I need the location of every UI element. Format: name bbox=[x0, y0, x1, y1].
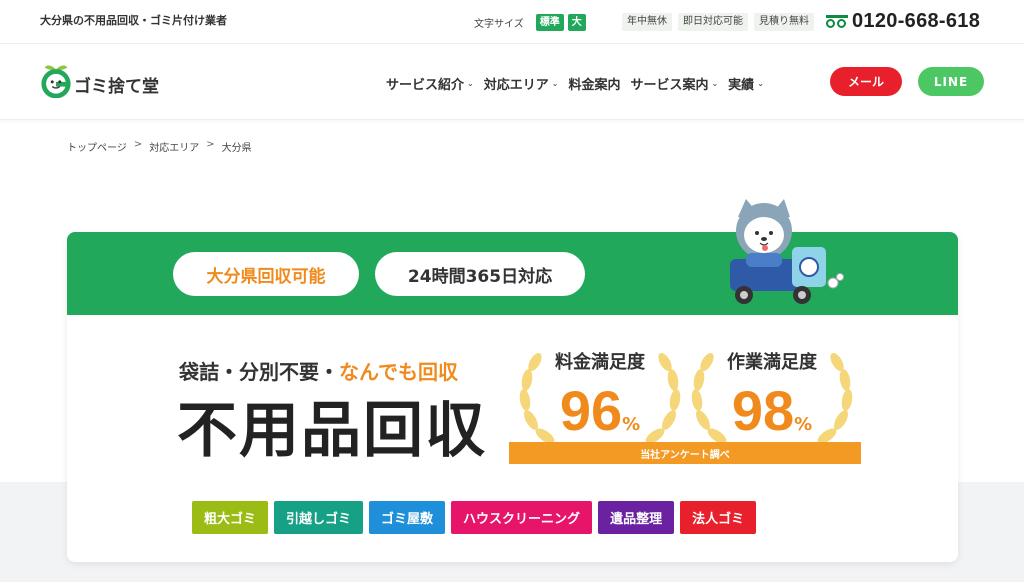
sub-copy-accent: なんでも回収 bbox=[339, 360, 458, 384]
nav-label: サービス紹介 bbox=[386, 78, 465, 93]
site-header: ゴミ捨て堂 サービス紹介 ⌄ 対応エリア ⌄ 料金案内 サービス案内 ⌄ 実績 … bbox=[0, 44, 1024, 120]
mail-button[interactable]: メール bbox=[830, 67, 902, 96]
satisfaction-title: 料金満足度 bbox=[555, 352, 645, 373]
nav-results[interactable]: 実績 ⌄ bbox=[728, 74, 764, 93]
top-utility-bar: 大分県の不用品回収・ゴミ片付け業者 文字サイズ 標準 大 年中無休 即日対応可能… bbox=[0, 0, 1024, 44]
breadcrumb-home-link[interactable]: トップページ bbox=[67, 139, 127, 154]
chevron-down-icon: ⌄ bbox=[711, 79, 719, 88]
category-garbage-house[interactable]: ゴミ屋敷 bbox=[369, 501, 446, 534]
nav-label: 料金案内 bbox=[568, 78, 621, 93]
chevron-down-icon: ⌄ bbox=[467, 79, 474, 88]
satisfaction-unit: % bbox=[622, 414, 641, 435]
category-buttons: 粗大ゴミ 引越しゴミ ゴミ屋敷 ハウスクリーニング 遺品整理 法人ゴミ bbox=[192, 501, 762, 534]
satisfaction-unit: % bbox=[794, 414, 813, 435]
nav-label: 実績 bbox=[728, 78, 755, 93]
breadcrumb-separator: > bbox=[206, 139, 215, 150]
nav-label: サービス案内 bbox=[630, 78, 709, 93]
chevron-down-icon: ⌄ bbox=[757, 79, 764, 88]
category-moving-waste[interactable]: 引越しゴミ bbox=[274, 501, 364, 534]
logo-mark-icon bbox=[41, 65, 71, 98]
category-bulky-waste[interactable]: 粗大ゴミ bbox=[192, 501, 269, 534]
survey-note-ribbon: 当社アンケート調べ bbox=[509, 442, 861, 464]
font-size-label: 文字サイズ bbox=[474, 19, 524, 30]
service-tags: 年中無休 即日対応可能 見積り無料 bbox=[622, 13, 820, 31]
satisfaction-value: 96% bbox=[515, 378, 685, 443]
category-estate-clearing[interactable]: 遺品整理 bbox=[598, 501, 675, 534]
pill-24h-service: 24時間365日対応 bbox=[375, 252, 585, 296]
price-satisfaction-badge: 料金満足度 96% bbox=[515, 340, 685, 455]
satisfaction-value: 98% bbox=[687, 378, 857, 443]
mascot-cat-truck-illustration bbox=[730, 199, 844, 304]
tag-same-day: 即日対応可能 bbox=[678, 13, 748, 31]
phone-link[interactable]: 0120-668-618 bbox=[826, 10, 980, 33]
pill-area-available: 大分県回収可能 bbox=[173, 252, 359, 296]
hero-main-copy: 不用品回収 bbox=[177, 396, 487, 466]
font-size-standard-button[interactable]: 標準 bbox=[535, 14, 564, 31]
work-satisfaction-badge: 作業満足度 98% bbox=[687, 340, 857, 455]
line-button[interactable]: LINE bbox=[918, 67, 984, 96]
satisfaction-title: 作業満足度 bbox=[727, 352, 817, 373]
satisfaction-number: 96 bbox=[559, 379, 623, 442]
breadcrumb-area-link[interactable]: 対応エリア bbox=[149, 139, 199, 154]
sub-copy-text: 袋詰・分別不要・ bbox=[179, 360, 339, 384]
nav-service-area[interactable]: 対応エリア ⌄ bbox=[484, 74, 559, 93]
site-tagline: 大分県の不用品回収・ゴミ片付け業者 bbox=[40, 14, 227, 27]
hero-sub-copy: 袋詰・分別不要・なんでも回収 bbox=[179, 356, 458, 385]
freedial-icon bbox=[826, 14, 848, 29]
logo-text: ゴミ捨て堂 bbox=[74, 76, 159, 97]
nav-service-intro[interactable]: サービス紹介 ⌄ bbox=[386, 74, 474, 93]
tag-open-every-day: 年中無休 bbox=[622, 13, 672, 31]
nav-pricing[interactable]: 料金案内 bbox=[568, 74, 620, 93]
chevron-down-icon: ⌄ bbox=[551, 79, 559, 88]
breadcrumb-separator: > bbox=[133, 139, 143, 150]
nav-service-guide[interactable]: サービス案内 ⌄ bbox=[630, 74, 718, 93]
category-house-cleaning[interactable]: ハウスクリーニング bbox=[451, 501, 593, 534]
font-size-large-button[interactable]: 大 bbox=[567, 14, 586, 31]
nav-label: 対応エリア bbox=[483, 78, 549, 93]
category-business-waste[interactable]: 法人ゴミ bbox=[680, 501, 757, 534]
font-size-switcher: 文字サイズ 標準 大 bbox=[474, 14, 586, 31]
breadcrumb-current: 大分県 bbox=[221, 143, 252, 154]
satisfaction-number: 98 bbox=[731, 379, 795, 442]
site-logo[interactable]: ゴミ捨て堂 bbox=[40, 62, 159, 98]
phone-number: 0120-668-618 bbox=[852, 10, 981, 32]
breadcrumb: トップページ > 対応エリア > 大分県 bbox=[67, 139, 252, 154]
main-nav: サービス紹介 ⌄ 対応エリア ⌄ 料金案内 サービス案内 ⌄ 実績 ⌄ bbox=[386, 74, 774, 93]
tag-free-estimate: 見積り無料 bbox=[754, 13, 814, 31]
